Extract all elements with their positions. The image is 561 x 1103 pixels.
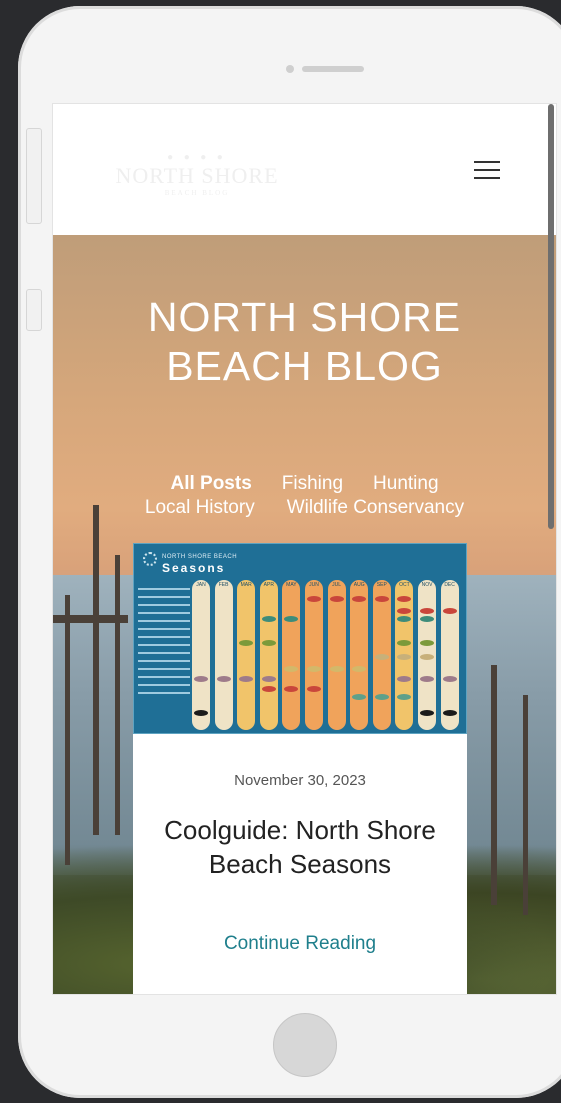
species-marker — [442, 676, 457, 682]
nav-wildlife-conservancy[interactable]: Wildlife Conservancy — [287, 496, 464, 520]
pier-post — [523, 695, 528, 915]
species-marker — [261, 616, 276, 622]
species-marker — [374, 694, 389, 700]
species-marker — [420, 676, 434, 682]
month-label: OCT — [399, 582, 410, 588]
species-marker — [329, 596, 344, 602]
volume-button — [26, 128, 42, 224]
post-date: November 30, 2023 — [234, 772, 366, 789]
species-marker — [442, 710, 457, 716]
blog-title: NORTH SHORE BEACH BLOG — [147, 294, 462, 389]
nav-all-posts[interactable]: All Posts — [170, 472, 251, 496]
month-column: FEB — [214, 580, 233, 730]
scrollbar[interactable] — [548, 104, 554, 529]
month-column: AUG — [350, 580, 369, 730]
month-column: JUL — [327, 580, 346, 730]
month-label: FEB — [218, 582, 229, 588]
species-marker — [261, 676, 276, 682]
month-label: MAY — [286, 582, 297, 588]
month-label: AUG — [353, 582, 365, 588]
species-marker — [420, 616, 434, 622]
infographic-legend — [138, 582, 190, 730]
month-label: MAR — [240, 582, 252, 588]
species-marker — [420, 608, 434, 614]
month-label: JUL — [332, 582, 342, 588]
nav-fishing[interactable]: Fishing — [282, 472, 343, 496]
month-label: JAN — [196, 582, 206, 588]
post-title[interactable]: Coolguide: North Shore Beach Seasons — [133, 813, 467, 881]
month-column: MAR — [237, 580, 256, 730]
species-marker — [261, 640, 276, 646]
species-marker — [307, 686, 321, 692]
hamburger-menu-icon[interactable] — [474, 161, 500, 181]
species-marker — [420, 640, 434, 646]
infographic-small-title: NORTH SHORE BEACH — [162, 554, 238, 560]
nav-hunting[interactable]: Hunting — [373, 472, 439, 496]
mute-switch — [26, 289, 42, 331]
post-featured-image[interactable]: NORTH SHORE BEACH Seasons JAN FEB MAR APR MA… — [133, 543, 467, 734]
phone-frame: ● ● ● ● NORTH SHORE BEACH BLOG NORTH SHO… — [18, 6, 561, 1098]
earpiece-speaker — [302, 66, 364, 72]
month-label: NOV — [421, 582, 433, 588]
month-label: SEP — [376, 582, 387, 588]
hero-banner: NORTH SHORE BEACH BLOG All Posts Fishing… — [53, 235, 556, 994]
pier-post — [491, 665, 497, 905]
species-marker — [420, 710, 434, 716]
continue-reading-link[interactable]: Continue Reading — [133, 933, 467, 955]
sun-icon — [143, 552, 157, 566]
screen: ● ● ● ● NORTH SHORE BEACH BLOG NORTH SHO… — [52, 103, 557, 995]
species-marker — [194, 710, 208, 716]
month-column: MAY — [282, 580, 301, 730]
species-marker — [216, 676, 231, 682]
month-label: DEC — [444, 582, 455, 588]
infographic-big-title: Seasons — [162, 561, 226, 575]
species-marker — [194, 676, 208, 682]
month-column: JUN — [305, 580, 323, 730]
pier-post — [93, 505, 99, 835]
month-label: APR — [263, 582, 274, 588]
species-marker — [374, 596, 389, 602]
species-marker — [329, 666, 344, 672]
species-marker — [307, 666, 321, 672]
species-marker — [374, 654, 389, 660]
home-button[interactable] — [273, 1013, 337, 1077]
pier-post — [115, 555, 120, 835]
month-label: JUN — [309, 582, 319, 588]
species-marker — [442, 608, 457, 614]
month-column: JAN — [192, 580, 210, 730]
pier-post — [65, 595, 70, 865]
species-marker — [307, 596, 321, 602]
species-marker — [261, 686, 276, 692]
site-header: ● ● ● ● NORTH SHORE BEACH BLOG — [53, 104, 556, 235]
month-column: DEC — [440, 580, 459, 730]
month-column: APR — [259, 580, 278, 730]
category-nav: All Posts Fishing Hunting Local History … — [53, 472, 556, 520]
species-marker — [420, 654, 434, 660]
front-camera — [286, 65, 294, 73]
post-card[interactable]: NORTH SHORE BEACH Seasons JAN FEB MAR APR MA… — [133, 543, 467, 994]
nav-local-history[interactable]: Local History — [145, 496, 255, 520]
site-logo[interactable]: ● ● ● ● NORTH SHORE BEACH BLOG — [113, 152, 281, 216]
